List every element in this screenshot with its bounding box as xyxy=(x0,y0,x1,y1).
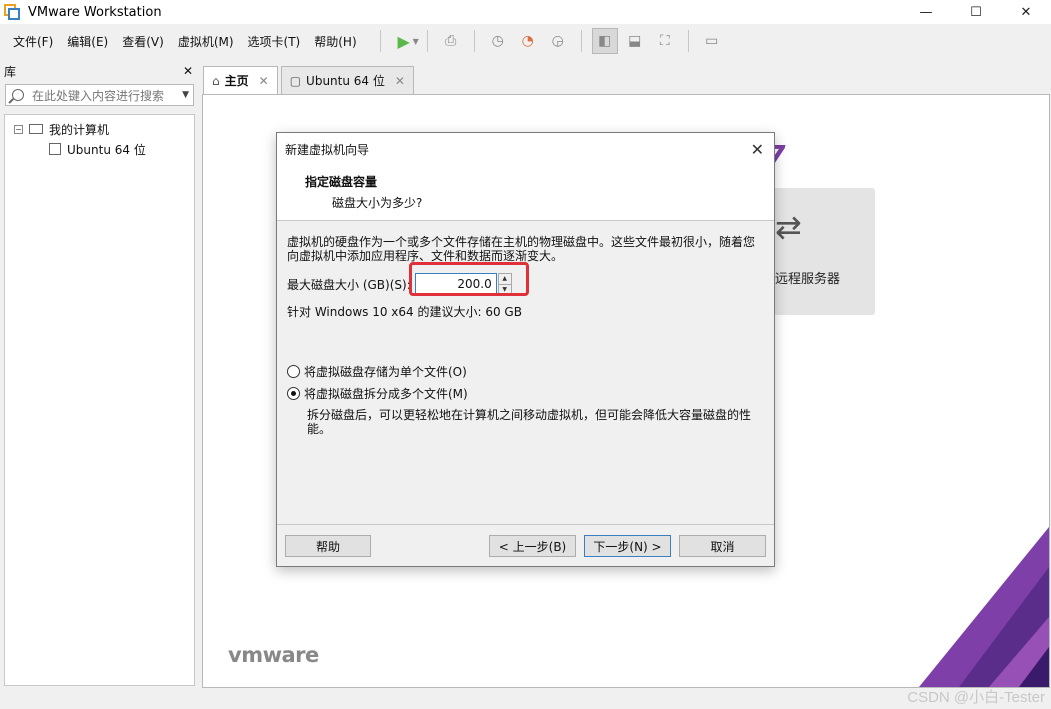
radio-single-file[interactable] xyxy=(287,364,300,378)
manage-snapshots-icon[interactable]: ◶ xyxy=(545,28,571,54)
back-button[interactable]: < 上一步(B) xyxy=(489,535,576,557)
search-icon xyxy=(12,89,24,101)
tab-close-icon[interactable]: ✕ xyxy=(259,74,269,88)
next-button[interactable]: 下一步(N) > xyxy=(584,535,671,557)
menu-view[interactable]: 查看(V) xyxy=(115,33,171,50)
menu-vm[interactable]: 虚拟机(M) xyxy=(171,33,241,50)
home-icon: ⌂ xyxy=(212,73,220,88)
cancel-button[interactable]: 取消 xyxy=(679,535,766,557)
radio-split-files[interactable] xyxy=(287,386,300,400)
dialog-footer: 帮助 < 上一步(B) 下一步(N) > 取消 xyxy=(277,524,774,566)
decorative-triangles xyxy=(919,527,1049,687)
tab-close-icon[interactable]: ✕ xyxy=(395,74,405,88)
dialog-title-bar: 新建虚拟机向导 ✕ xyxy=(277,133,774,165)
toolbar: ▶ ▼ ⎙ ◷ ◔ ◶ ◧ ⬓ ⛶ ▭ xyxy=(372,28,727,54)
menu-edit[interactable]: 编辑(E) xyxy=(60,33,115,50)
close-window-button[interactable]: ✕ xyxy=(1001,0,1051,24)
thumbnail-view-icon[interactable]: ⬓ xyxy=(622,28,648,54)
new-vm-wizard-dialog: 新建虚拟机向导 ✕ 指定磁盘容量 磁盘大小为多少? 虚拟机的硬盘作为一个或多个文… xyxy=(276,132,775,567)
search-placeholder: 在此处键入内容进行搜索 xyxy=(32,88,165,103)
option-single-file[interactable]: 将虚拟磁盘存储为单个文件(O) xyxy=(287,360,764,382)
option-single-label: 将虚拟磁盘存储为单个文件(O) xyxy=(304,364,467,379)
tab-ubuntu[interactable]: ▢ Ubuntu 64 位 ✕ xyxy=(280,66,414,94)
maximize-button[interactable]: ☐ xyxy=(951,0,1001,24)
vmware-app-icon xyxy=(4,4,20,20)
vm-icon: ▢ xyxy=(289,73,302,88)
menu-help[interactable]: 帮助(H) xyxy=(307,33,363,50)
dialog-heading: 指定磁盘容量 xyxy=(305,175,378,189)
option-split-files[interactable]: 将虚拟磁盘拆分成多个文件(M) xyxy=(287,382,764,404)
tree-label-ubuntu: Ubuntu 64 位 xyxy=(67,142,146,157)
recommended-size: 针对 Windows 10 x64 的建议大小: 60 GB xyxy=(287,305,522,319)
fullscreen-icon[interactable]: ⛶ xyxy=(652,28,678,54)
disk-size-label: 最大磁盘大小 (GB)(S): xyxy=(287,277,411,292)
minimize-button[interactable]: — xyxy=(901,0,951,24)
tab-ubuntu-label: Ubuntu 64 位 xyxy=(306,74,385,88)
tree-label-my-computer: 我的计算机 xyxy=(49,122,110,137)
dialog-body: 虚拟机的硬盘作为一个或多个文件存储在主机的物理磁盘中。这些文件最初很小，随着您向… xyxy=(277,221,774,436)
window-title: VMware Workstation xyxy=(28,4,162,20)
dialog-subheading: 磁盘大小为多少? xyxy=(332,196,423,210)
library-title: 库 xyxy=(4,64,17,79)
vmware-logo: vmware xyxy=(228,643,319,667)
tree-item-ubuntu[interactable]: Ubuntu 64 位 xyxy=(5,139,194,159)
tab-home-label: 主页 xyxy=(224,74,249,88)
disk-description: 虚拟机的硬盘作为一个或多个文件存储在主机的物理磁盘中。这些文件最初很小，随着您向… xyxy=(287,235,756,263)
menu-file[interactable]: 文件(F) xyxy=(6,33,60,50)
remote-server-label: 远程服务器 xyxy=(775,272,841,287)
tree-item-my-computer[interactable]: − 我的计算机 xyxy=(5,119,194,139)
watermark: CSDN @小白-Tester xyxy=(907,689,1045,706)
search-dropdown-icon[interactable]: ▼ xyxy=(182,90,189,100)
collapse-icon[interactable]: − xyxy=(14,124,23,134)
menu-bar: 文件(F) 编辑(E) 查看(V) 虚拟机(M) 选项卡(T) 帮助(H) ▶ ▼… xyxy=(0,24,1051,58)
tab-bar: ⌂ 主页 ✕ ▢ Ubuntu 64 位 ✕ xyxy=(203,66,417,94)
transfer-arrows-icon: ⇄ xyxy=(775,208,802,246)
menu-tabs[interactable]: 选项卡(T) xyxy=(241,33,308,50)
tab-home[interactable]: ⌂ 主页 ✕ xyxy=(203,66,278,94)
title-bar: VMware Workstation — ☐ ✕ xyxy=(0,0,1051,24)
library-search-input[interactable]: 在此处键入内容进行搜索 ▼ xyxy=(5,84,194,106)
vm-icon xyxy=(49,143,61,155)
dialog-header: 指定磁盘容量 磁盘大小为多少? xyxy=(277,165,774,221)
help-button[interactable]: 帮助 xyxy=(285,535,371,557)
option-split-label: 将虚拟磁盘拆分成多个文件(M) xyxy=(304,386,468,401)
disk-size-highlight-box xyxy=(409,262,529,296)
split-note: 拆分磁盘后，可以更轻松地在计算机之间移动虚拟机，但可能会降低大容量磁盘的性能。 xyxy=(307,408,752,436)
revert-icon[interactable]: ◔ xyxy=(515,28,541,54)
console-icon[interactable]: ▭ xyxy=(699,28,725,54)
dialog-close-icon[interactable]: ✕ xyxy=(751,140,764,159)
library-close-icon[interactable]: ✕ xyxy=(183,64,193,78)
dialog-title: 新建虚拟机向导 xyxy=(285,142,370,157)
library-tree: − 我的计算机 Ubuntu 64 位 xyxy=(4,114,195,686)
snapshot-icon[interactable]: ◷ xyxy=(485,28,511,54)
send-keys-icon[interactable]: ⎙ xyxy=(438,28,464,54)
computer-icon xyxy=(29,124,43,134)
library-panel: 库 ✕ 在此处键入内容进行搜索 ▼ − 我的计算机 Ubuntu 64 位 xyxy=(0,60,199,690)
play-dropdown-icon[interactable]: ▼ xyxy=(413,37,419,46)
library-view-icon[interactable]: ◧ xyxy=(591,28,618,54)
